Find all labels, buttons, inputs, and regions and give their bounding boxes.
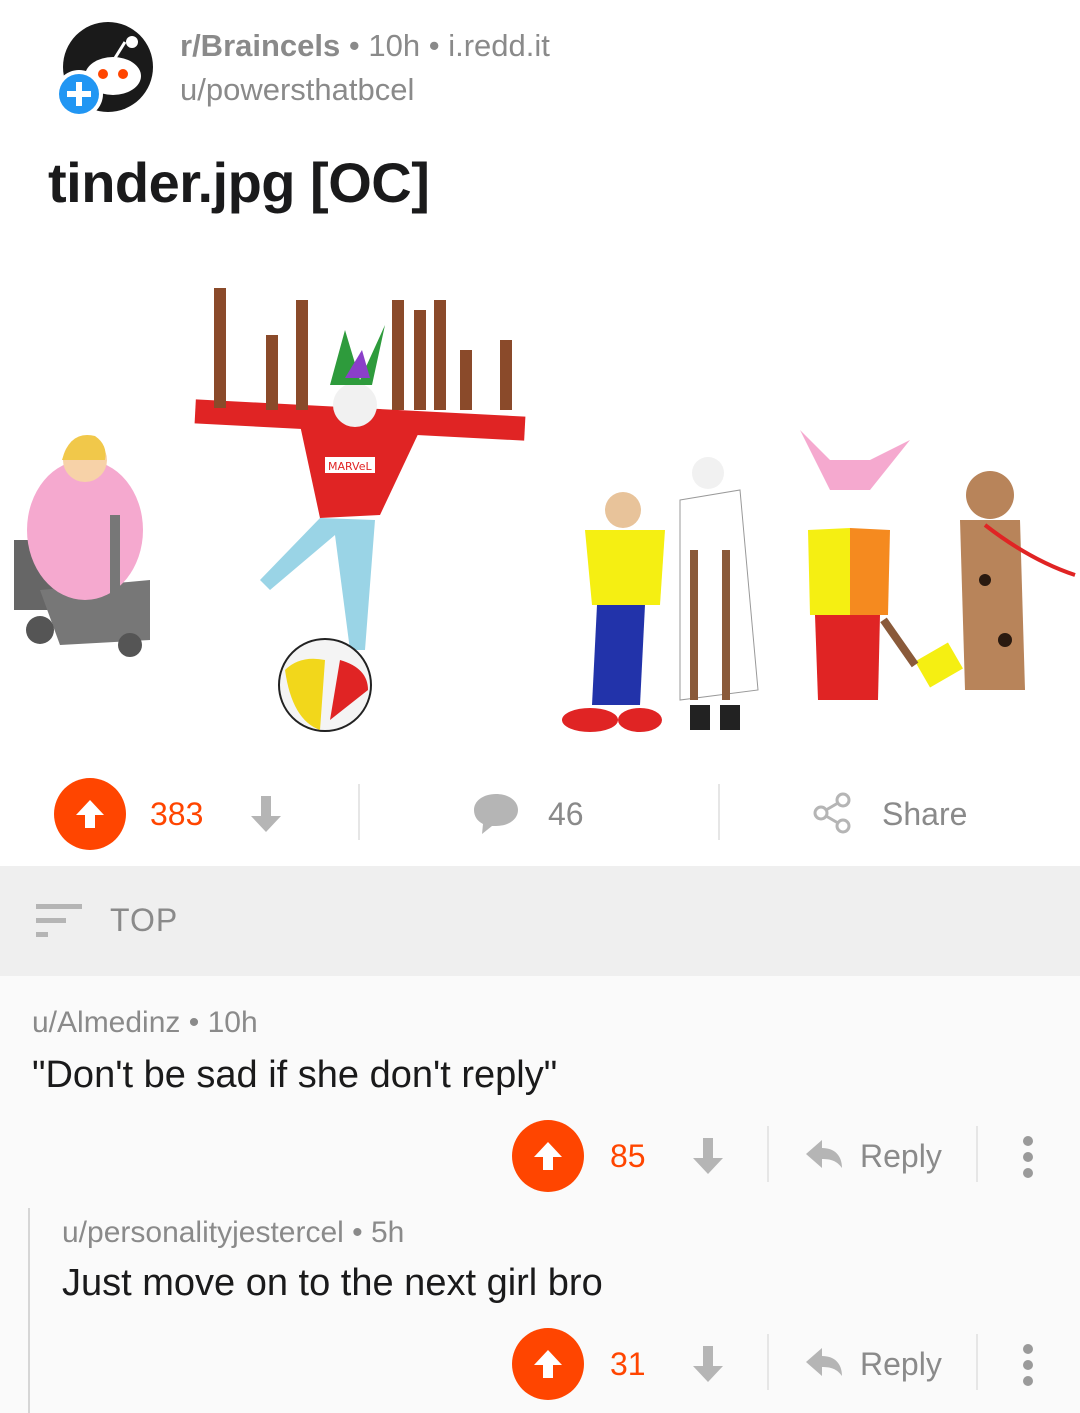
comment-reply-label[interactable]: Reply bbox=[860, 1346, 942, 1383]
reply-arrow-icon bbox=[806, 1348, 842, 1376]
action-divider bbox=[767, 1334, 769, 1390]
comment-bubble-icon bbox=[474, 794, 518, 834]
post-title: tinder.jpg [OC] bbox=[48, 151, 430, 214]
action-divider bbox=[976, 1126, 978, 1182]
figure-stilt-man bbox=[679, 457, 759, 730]
comment-score: 85 bbox=[610, 1138, 646, 1174]
comment-upvote-button[interactable] bbox=[512, 1120, 584, 1192]
reddit-snoo-icon bbox=[55, 22, 153, 118]
comment-author[interactable]: u/Almedinz bbox=[32, 1006, 180, 1039]
downvote-arrow-icon bbox=[693, 1346, 723, 1382]
comment-upvote-button[interactable] bbox=[512, 1328, 584, 1400]
figure-clown bbox=[800, 430, 963, 700]
figure-bald-man bbox=[562, 492, 665, 732]
comment-reply-button[interactable] bbox=[804, 1346, 844, 1385]
meta-separator: • bbox=[352, 1216, 371, 1249]
thread-line bbox=[28, 1208, 30, 1413]
post-meta: r/Braincels • 10h • i.redd.it bbox=[180, 28, 550, 64]
share-button[interactable] bbox=[812, 792, 852, 839]
figure-jester: MARVeL bbox=[194, 288, 526, 732]
downvote-arrow-icon bbox=[251, 796, 281, 832]
comments-button[interactable] bbox=[472, 792, 520, 841]
sort-icon bbox=[36, 902, 84, 947]
downvote-arrow-icon bbox=[693, 1138, 723, 1174]
more-options-icon[interactable] bbox=[1022, 1136, 1034, 1184]
subreddit-name[interactable]: r/Braincels bbox=[180, 28, 340, 63]
comment-downvote-button[interactable] bbox=[690, 1136, 726, 1181]
post-image[interactable]: MARVeL bbox=[0, 260, 1080, 760]
comment-meta: u/Almedinz • 10h bbox=[32, 1006, 258, 1040]
action-divider bbox=[767, 1126, 769, 1182]
post-header: r/Braincels • 10h • i.redd.it u/powersth… bbox=[0, 0, 1080, 140]
comment-time: 5h bbox=[371, 1216, 405, 1249]
post-author[interactable]: u/powersthatbcel bbox=[180, 72, 414, 108]
upvote-arrow-icon bbox=[534, 1350, 562, 1378]
figure-scooter-woman bbox=[14, 435, 150, 657]
comment-meta: u/personalityjestercel • 5h bbox=[62, 1216, 404, 1250]
comment-author[interactable]: u/personalityjestercel bbox=[62, 1216, 344, 1249]
comment-body: Just move on to the next girl bro bbox=[62, 1262, 603, 1304]
comment-time: 10h bbox=[207, 1006, 258, 1039]
more-options-icon[interactable] bbox=[1022, 1344, 1034, 1392]
sort-label[interactable]: TOP bbox=[110, 902, 178, 939]
comment-count[interactable]: 46 bbox=[548, 796, 584, 833]
post-domain[interactable]: i.redd.it bbox=[448, 28, 550, 63]
comment-reply-button[interactable] bbox=[804, 1138, 844, 1177]
comments-section: u/Almedinz • 10h "Don't be sad if she do… bbox=[0, 976, 1080, 1413]
figure-dog-costume bbox=[960, 471, 1076, 690]
meta-separator: • bbox=[428, 28, 449, 63]
action-divider bbox=[976, 1334, 978, 1390]
comment-downvote-button[interactable] bbox=[690, 1344, 726, 1389]
post-action-bar: 383 46 Share bbox=[0, 770, 1080, 860]
share-icon bbox=[813, 792, 851, 834]
upvote-arrow-icon bbox=[534, 1142, 562, 1170]
post-time: 10h bbox=[368, 28, 421, 63]
share-label[interactable]: Share bbox=[882, 796, 967, 833]
comment-reply-label[interactable]: Reply bbox=[860, 1138, 942, 1175]
post-score: 383 bbox=[150, 796, 204, 832]
action-divider bbox=[358, 784, 360, 840]
reply-arrow-icon bbox=[806, 1140, 842, 1168]
comment-score: 31 bbox=[610, 1346, 646, 1382]
downvote-button[interactable] bbox=[248, 794, 284, 839]
comment-sort-bar[interactable]: TOP bbox=[0, 866, 1080, 976]
upvote-button[interactable] bbox=[54, 778, 126, 850]
subreddit-avatar[interactable] bbox=[55, 20, 155, 120]
shirt-brand-text: MARVeL bbox=[328, 460, 372, 473]
meta-separator: • bbox=[188, 1006, 208, 1039]
upvote-arrow-icon bbox=[76, 800, 104, 828]
comment-body: "Don't be sad if she don't reply" bbox=[32, 1054, 558, 1096]
meta-separator: • bbox=[348, 28, 369, 63]
action-divider bbox=[718, 784, 720, 840]
